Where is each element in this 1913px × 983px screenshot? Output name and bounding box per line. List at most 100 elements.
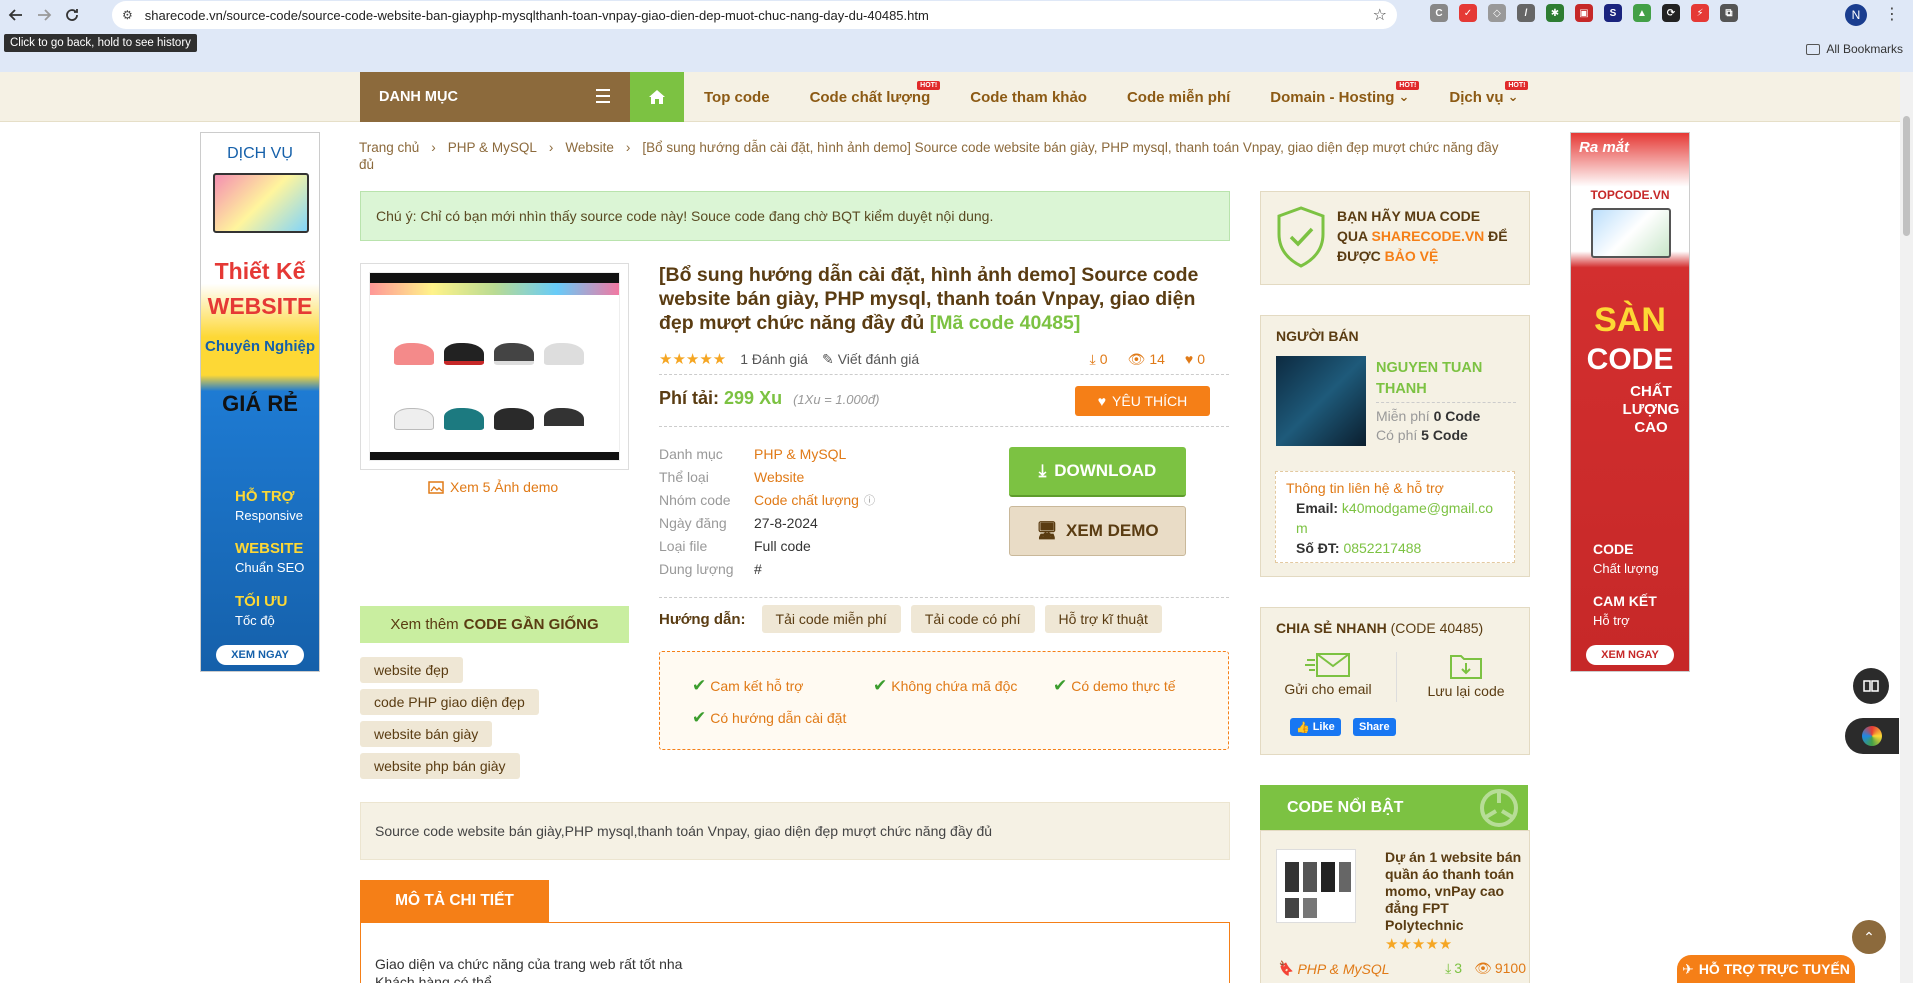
home-icon[interactable] bbox=[630, 72, 684, 122]
featured-item[interactable]: Dự án 1 website bán quần áo thanh toán m… bbox=[1260, 830, 1530, 983]
buy-protection-box: BẠN HÃY MUA CODE QUA SHARECODE.VN ĐỂ ĐƯỢ… bbox=[1260, 191, 1530, 285]
scroll-to-top-icon[interactable]: ⌃ bbox=[1852, 920, 1886, 954]
review-count[interactable]: 1 Đánh giá bbox=[740, 351, 808, 367]
product-thumbnail[interactable] bbox=[360, 263, 629, 470]
extension-icon[interactable]: ▣ bbox=[1575, 4, 1593, 22]
tag-link[interactable]: website bán giày bbox=[360, 721, 493, 747]
view-images-link[interactable]: Xem 5 Ảnh demo bbox=[428, 479, 558, 495]
info-row: Thể loại Website bbox=[659, 465, 959, 488]
breadcrumb-home[interactable]: Trang chủ bbox=[359, 140, 419, 155]
buy-text-1: BẠN HÃY MUA CODE bbox=[1337, 208, 1481, 224]
star-rating-icon: ★★★★★ bbox=[1385, 936, 1453, 953]
clothes-image bbox=[1321, 862, 1335, 892]
puzzle-icon[interactable]: ⧉ bbox=[1720, 4, 1738, 22]
seller-name[interactable]: NGUYEN TUAN THANH bbox=[1376, 358, 1526, 400]
scrollbar-thumb[interactable] bbox=[1903, 116, 1910, 236]
extension-icon[interactable]: C bbox=[1430, 4, 1448, 22]
reader-mode-icon[interactable] bbox=[1853, 668, 1889, 704]
avatar[interactable] bbox=[1276, 356, 1366, 446]
view-demo-button[interactable]: 🖥 XEM DEMO bbox=[1009, 506, 1186, 556]
extension-icon[interactable]: ▲ bbox=[1633, 4, 1651, 22]
breadcrumb-category[interactable]: PHP & MySQL bbox=[448, 140, 537, 155]
tag-link[interactable]: code PHP giao diện đẹp bbox=[360, 689, 539, 715]
back-icon[interactable] bbox=[2, 1, 30, 29]
menu-icon[interactable]: ⋮ bbox=[1884, 4, 1900, 24]
extension-icon[interactable]: ✓ bbox=[1459, 4, 1477, 22]
all-bookmarks[interactable]: All Bookmarks bbox=[1806, 42, 1903, 56]
save-code-button[interactable]: Lưu lại code bbox=[1421, 652, 1511, 699]
profile-avatar[interactable]: N bbox=[1845, 4, 1867, 26]
info-value[interactable]: Website bbox=[754, 469, 804, 485]
download-icon: ⤓ bbox=[1445, 960, 1452, 976]
save-code-label: Lưu lại code bbox=[1427, 683, 1505, 699]
category-menu-button[interactable]: DANH MỤC bbox=[360, 72, 630, 122]
breadcrumb-subcategory[interactable]: Website bbox=[565, 140, 614, 155]
banner-cta-button[interactable]: XEM NGAY bbox=[1586, 645, 1674, 665]
extension-icon[interactable]: / bbox=[1517, 4, 1535, 22]
nav-link-1[interactable]: Code chất lượng HOT! bbox=[790, 72, 951, 122]
check-icon: ✔ bbox=[692, 708, 707, 727]
right-ad-banner[interactable]: Ra mắt TOPCODE.VN SÀN CODE CHẤT LƯỢNG CA… bbox=[1570, 132, 1690, 672]
extension-icon[interactable]: ✱ bbox=[1546, 4, 1564, 22]
check-icon: ✔ bbox=[873, 676, 888, 695]
extension-icon[interactable]: S bbox=[1604, 4, 1622, 22]
seller-box: NGƯỜI BÁN NGUYEN TUAN THANH Miễn phí 0 C… bbox=[1260, 315, 1530, 577]
forward-icon[interactable] bbox=[30, 1, 58, 29]
seller-phone[interactable]: 0852217488 bbox=[1343, 540, 1421, 556]
guarantee-label: Cam kết hỗ trợ bbox=[710, 678, 804, 694]
info-key: Ngày đăng bbox=[659, 514, 727, 531]
shoe-image bbox=[444, 408, 484, 430]
download-label: DOWNLOAD bbox=[1054, 461, 1157, 480]
page-scrollbar[interactable] bbox=[1900, 72, 1913, 983]
check-icon: ✔ bbox=[1053, 676, 1068, 695]
nav-link-5[interactable]: Dịch vụ ⌄ HOT! bbox=[1429, 72, 1538, 122]
featured-category[interactable]: 🔖 PHP & MySQL bbox=[1276, 960, 1390, 977]
bookmark-star-icon[interactable]: ☆ bbox=[1373, 5, 1387, 25]
guide-pill[interactable]: Tải code miễn phí bbox=[761, 605, 901, 633]
featured-item-title[interactable]: Dự án 1 website bán quần áo thanh toán m… bbox=[1385, 849, 1525, 953]
featured-thumbnail[interactable] bbox=[1276, 849, 1356, 923]
info-key: Dung lượng bbox=[659, 560, 734, 577]
decorative-logo-icon bbox=[1480, 789, 1518, 827]
extension-floating-icon[interactable] bbox=[1845, 718, 1899, 754]
tag-link[interactable]: website đẹp bbox=[360, 657, 463, 683]
site-info-icon[interactable]: ⚙ bbox=[122, 8, 133, 22]
info-row: Ngày đăng 27-8-2024 bbox=[659, 511, 959, 534]
extension-icon[interactable]: ◇ bbox=[1488, 4, 1506, 22]
extension-icon[interactable]: ⟳ bbox=[1662, 4, 1680, 22]
similar-code-button[interactable]: Xem thêm CODE GẦN GIỐNG bbox=[360, 606, 629, 643]
reload-icon[interactable] bbox=[58, 1, 86, 29]
guarantee-item: ✔ Không chứa mã độc bbox=[873, 676, 1017, 696]
info-value: 27-8-2024 bbox=[754, 514, 818, 531]
buy-brand: SHARECODE.VN bbox=[1371, 228, 1485, 244]
favorite-button[interactable]: ♥ YÊU THÍCH bbox=[1075, 386, 1210, 416]
online-support-label: HỖ TRỢ TRỰC TUYẾN bbox=[1698, 961, 1850, 977]
nav-link-4[interactable]: Domain - Hosting ⌄ HOT! bbox=[1250, 72, 1429, 122]
facebook-like-button[interactable]: 👍 Like bbox=[1290, 718, 1341, 736]
download-button[interactable]: ⤓ DOWNLOAD bbox=[1009, 447, 1186, 497]
category-menu-label: DANH MỤC bbox=[379, 89, 458, 105]
email-label: Email: bbox=[1296, 500, 1339, 516]
extension-icon[interactable]: ⚡ bbox=[1691, 4, 1709, 22]
seller-paid-count: Có phí 5 Code bbox=[1376, 427, 1468, 443]
nav-link-0[interactable]: Top code bbox=[684, 72, 790, 122]
banner-cta-button[interactable]: XEM NGAY bbox=[216, 645, 304, 665]
send-email-button[interactable]: Gửi cho email bbox=[1283, 652, 1373, 697]
tag-link[interactable]: website php bán giày bbox=[360, 753, 520, 779]
hot-badge: HOT! bbox=[917, 81, 941, 90]
guide-pill[interactable]: Tải code có phí bbox=[910, 605, 1035, 633]
featured-downloads: 3 bbox=[1454, 960, 1463, 976]
write-review-link[interactable]: ✎ Viết đánh giá bbox=[822, 351, 919, 368]
info-value[interactable]: Code chất lượng bbox=[754, 492, 859, 508]
nav-link-3[interactable]: Code miễn phí bbox=[1107, 72, 1250, 122]
online-support-button[interactable]: ✈ HỖ TRỢ TRỰC TUYẾN bbox=[1677, 955, 1855, 983]
nav-link-2[interactable]: Code tham khảo bbox=[950, 72, 1107, 122]
address-bar[interactable]: ⚙ sharecode.vn/source-code/source-code-w… bbox=[112, 1, 1397, 29]
guide-pill[interactable]: Hỗ trợ kĩ thuật bbox=[1044, 605, 1162, 633]
left-ad-banner[interactable]: DỊCH VỤ Thiết Kế WEBSITE Chuyên Nghiệp G… bbox=[200, 132, 320, 672]
tab-detail-description[interactable]: MÔ TẢ CHI TIẾT bbox=[360, 880, 549, 922]
info-value[interactable]: PHP & MySQL bbox=[754, 446, 846, 462]
share-code: (CODE 40485) bbox=[1390, 620, 1484, 636]
info-icon[interactable]: ⓘ bbox=[864, 492, 875, 508]
facebook-share-button[interactable]: Share bbox=[1353, 718, 1396, 736]
